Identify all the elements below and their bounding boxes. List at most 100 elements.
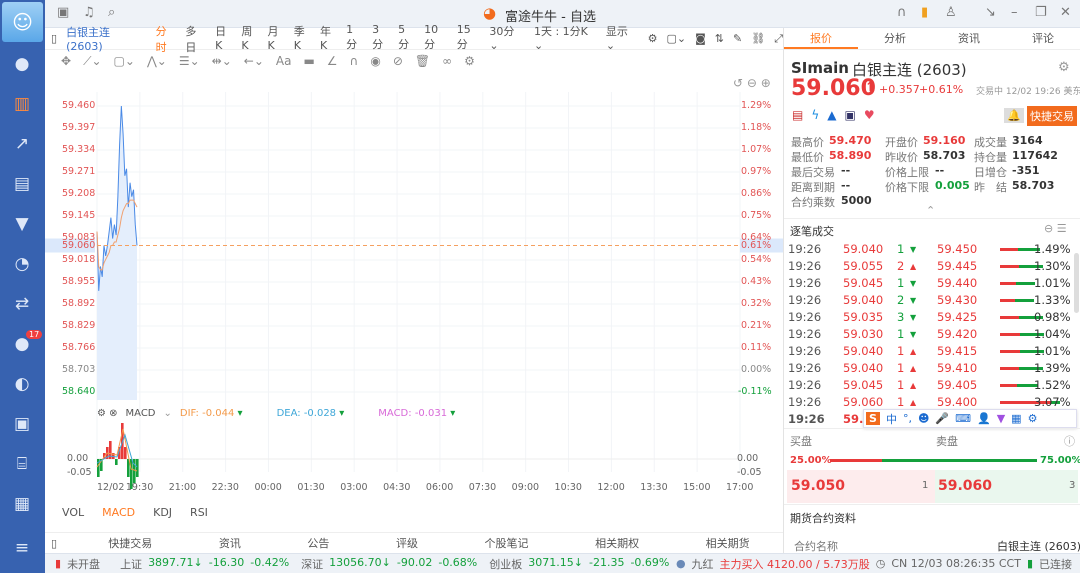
- symbol-label[interactable]: 白银主连 (2603): [66, 24, 147, 53]
- tick-bar-red: [1000, 384, 1018, 387]
- indicator-tab[interactable]: VOL: [62, 506, 84, 519]
- draw-settings-icon[interactable]: ⚙: [464, 54, 475, 68]
- index-name[interactable]: 深证: [301, 556, 323, 572]
- comment-tool-icon[interactable]: ▬: [303, 54, 314, 68]
- link-icon[interactable]: ⛓: [751, 32, 765, 45]
- intraday-chart[interactable]: ↺ ⊖ ⊕ ⚙ ⊗ MACD ⌄ DIF: -0.044 ▾ DEA: -0.02…: [45, 72, 783, 532]
- settings-icon[interactable]: ⚙: [648, 32, 658, 45]
- more-icon[interactable]: ⊖ ☰: [1044, 222, 1067, 235]
- flow-text[interactable]: 主力买入 4120.00 / 5.73万股: [720, 556, 870, 572]
- fib-tool-icon[interactable]: ☰⌄: [179, 54, 200, 68]
- bottom-tab[interactable]: 个股笔记: [485, 535, 529, 551]
- quote-tab[interactable]: 报价: [784, 28, 858, 49]
- bottom-tab[interactable]: 评级: [396, 535, 418, 551]
- menu-icon[interactable]: ≡: [10, 536, 34, 560]
- app-logo[interactable]: ☺: [2, 2, 43, 42]
- tick-pct: 1.52%: [1034, 378, 1071, 392]
- arrow-tool-icon[interactable]: ←⌄: [244, 54, 264, 68]
- pie-icon[interactable]: ◔: [10, 252, 34, 276]
- bottom-tab[interactable]: 公告: [307, 535, 329, 551]
- panel-toggle-icon[interactable]: ▯: [51, 32, 57, 45]
- price-change: +0.357: [879, 83, 920, 96]
- shrink-icon[interactable]: ↘: [985, 5, 996, 20]
- tick-time: 19:26: [788, 378, 822, 392]
- headset-icon[interactable]: ∩: [897, 5, 907, 20]
- up-triangle-icon: ▲: [910, 262, 917, 271]
- indicator-tab[interactable]: RSI: [190, 506, 208, 519]
- game-icon[interactable]: ▣: [10, 412, 34, 436]
- note-icon[interactable]: ▣: [845, 108, 856, 122]
- market-icon[interactable]: ▤: [10, 172, 34, 196]
- news-icon[interactable]: ▦: [10, 492, 34, 516]
- ticker-name[interactable]: 九红: [692, 556, 714, 572]
- quote-tab[interactable]: 评论: [1006, 28, 1080, 49]
- trend-icon[interactable]: ↗: [10, 132, 34, 156]
- shirt-icon[interactable]: ♙: [945, 5, 957, 20]
- compare-icon[interactable]: ⇅: [715, 32, 724, 45]
- close-icon[interactable]: ✕: [1060, 5, 1071, 20]
- eye-icon[interactable]: ◉: [370, 54, 380, 68]
- drop-icon[interactable]: ◐: [10, 372, 34, 396]
- chart-bar-icon[interactable]: ▥: [10, 92, 34, 116]
- text-tool-icon[interactable]: Aa: [276, 54, 292, 68]
- bottom-tab[interactable]: 快捷交易: [108, 535, 152, 551]
- bottom-tab[interactable]: 相关期权: [595, 535, 639, 551]
- move-icon[interactable]: ✥: [61, 54, 71, 68]
- pct-axis-label: 0.54%: [741, 254, 772, 265]
- macd-settings-icon[interactable]: ⚙ ⊗: [97, 408, 118, 419]
- shape-tool-icon[interactable]: ▢⌄: [114, 54, 135, 68]
- phone-icon[interactable]: ▯: [51, 537, 57, 550]
- layout-icon[interactable]: ▣: [57, 5, 69, 20]
- bid-qty: 1: [922, 480, 929, 491]
- info-icon[interactable]: ⓘ: [1064, 433, 1075, 449]
- camera-icon[interactable]: ◙: [695, 32, 706, 45]
- indicator-tab[interactable]: KDJ: [153, 506, 172, 519]
- bottom-tab[interactable]: 相关期货: [706, 535, 750, 551]
- index-name[interactable]: 上证: [120, 556, 142, 572]
- index-value: 13056.70↓: [329, 555, 391, 569]
- hide-icon[interactable]: ⊘: [393, 54, 403, 68]
- line-tool-icon[interactable]: ⟋⌄: [83, 54, 101, 69]
- fullscreen-icon[interactable]: ⤢: [774, 32, 783, 46]
- index-name[interactable]: 创业板: [489, 556, 522, 572]
- search-icon[interactable]: ⌕: [108, 5, 115, 20]
- quote-tab[interactable]: 分析: [858, 28, 932, 49]
- collapse-icon[interactable]: ⌃: [926, 204, 935, 217]
- magnet-icon[interactable]: ∩: [350, 54, 359, 68]
- indicator-tabs: VOL MACD KDJ RSI: [62, 506, 208, 519]
- level-icon[interactable]: ▲: [827, 108, 836, 122]
- user-icon[interactable]: ●: [10, 52, 34, 76]
- angle-tool-icon[interactable]: ∠: [327, 54, 338, 68]
- quote-tabs: 报价 分析 资讯 评论: [784, 28, 1080, 50]
- link-draw-icon[interactable]: ∞: [442, 54, 452, 68]
- pen-icon[interactable]: ✎: [733, 32, 742, 45]
- bottom-tab[interactable]: 资讯: [219, 535, 241, 551]
- quote-tab[interactable]: 资讯: [932, 28, 1006, 49]
- trash-icon[interactable]: 🗑: [415, 54, 430, 68]
- code-icon[interactable]: ⌸: [10, 452, 34, 476]
- ime-toolbar[interactable]: S 中 °, ☻ 🎤 ⌨ 👤 ▼ ▦ ⚙: [863, 409, 1077, 428]
- quick-trade-button[interactable]: 快捷交易: [1027, 106, 1077, 126]
- macd-name[interactable]: MACD: [126, 408, 156, 419]
- ask-label: 卖盘: [936, 435, 958, 448]
- alert-bell-icon[interactable]: 🔔: [1004, 108, 1024, 123]
- status-bar: ▮ 未开盘 上证 3897.71↓ -16.30 -0.42% 深证 13056.70↓ -…: [45, 553, 1080, 573]
- bell-icon[interactable]: ♫: [83, 5, 95, 20]
- measure-tool-icon[interactable]: ⇹⌄: [212, 54, 232, 68]
- gift-icon[interactable]: ▮: [921, 5, 928, 20]
- ticks-scrollbar[interactable]: [1074, 253, 1079, 313]
- rect-select-icon[interactable]: ▢⌄: [666, 32, 686, 45]
- restore-icon[interactable]: ❐: [1035, 5, 1047, 20]
- minimize-icon[interactable]: –: [1011, 5, 1018, 20]
- lightning-icon[interactable]: ϟ: [811, 108, 819, 122]
- indicator-tab[interactable]: MACD: [102, 506, 135, 519]
- up-arrow-icon: ↑: [865, 80, 876, 95]
- filter-icon[interactable]: ▼: [10, 212, 34, 236]
- stat-label: 日增仓: [974, 166, 1007, 179]
- favorite-icon[interactable]: ♥: [864, 108, 875, 122]
- exchange-icon[interactable]: ⇄: [10, 292, 34, 316]
- pct-axis-label: -0.11%: [738, 386, 772, 397]
- settings-icon[interactable]: ⚙: [1058, 60, 1070, 75]
- drop-icon-status: ●: [675, 557, 686, 570]
- wave-tool-icon[interactable]: ⋀⌄: [147, 54, 167, 68]
